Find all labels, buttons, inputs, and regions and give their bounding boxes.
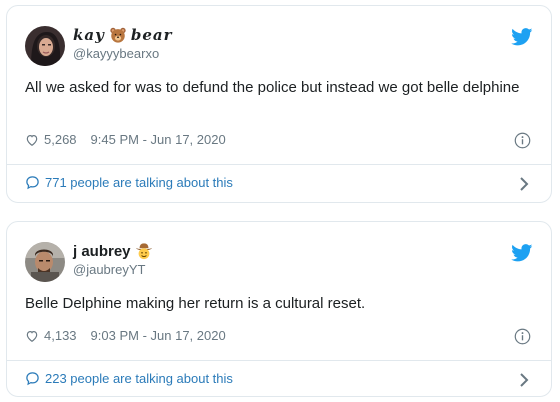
display-name-text: j aubrey xyxy=(73,242,131,260)
display-name[interactable]: j aubrey xyxy=(73,242,153,260)
tweet-meta: 5,268 9:45 PM - Jun 17, 2020 xyxy=(25,132,226,147)
avatar[interactable] xyxy=(25,26,65,66)
twitter-bird-icon[interactable] xyxy=(511,28,533,46)
tweet-text: Belle Delphine making her return is a cu… xyxy=(25,295,366,312)
display-name-part: kay xyxy=(73,26,105,44)
chevron-right-icon[interactable] xyxy=(519,177,529,191)
tweet-meta: 4,133 9:03 PM - Jun 17, 2020 xyxy=(25,328,226,343)
speech-bubble-icon xyxy=(26,372,39,386)
speech-bubble-icon xyxy=(26,176,39,190)
conversation-link-label: 223 people are talking about this xyxy=(45,371,233,386)
info-icon[interactable] xyxy=(514,328,531,345)
avatar[interactable] xyxy=(25,242,65,282)
tweet-card[interactable]: j aubrey @jaubreyYT Belle Delphine makin… xyxy=(6,221,552,397)
cowboy-face-emoji xyxy=(135,243,152,260)
like-count[interactable]: 4,133 xyxy=(44,328,77,343)
conversation-link-label: 771 people are talking about this xyxy=(45,175,233,190)
info-icon[interactable] xyxy=(514,132,531,149)
conversation-link[interactable]: 771 people are talking about this xyxy=(25,175,233,190)
user-handle[interactable]: @kayyybearxo xyxy=(73,46,159,61)
timestamp[interactable]: 9:03 PM - Jun 17, 2020 xyxy=(91,328,226,343)
display-name[interactable]: kay bear xyxy=(73,26,172,44)
twitter-bird-icon[interactable] xyxy=(511,244,533,262)
timestamp[interactable]: 9:45 PM - Jun 17, 2020 xyxy=(91,132,226,147)
chevron-right-icon[interactable] xyxy=(519,373,529,387)
display-name-part: bear xyxy=(130,26,173,44)
heart-icon[interactable] xyxy=(25,133,39,147)
heart-icon[interactable] xyxy=(25,329,39,343)
tweet-card[interactable]: kay bear @kayyybearxo All we asked for w… xyxy=(6,5,552,203)
like-count[interactable]: 5,268 xyxy=(44,132,77,147)
divider xyxy=(7,164,551,165)
conversation-link[interactable]: 223 people are talking about this xyxy=(25,371,233,386)
bear-face-emoji xyxy=(110,27,126,43)
user-handle[interactable]: @jaubreyYT xyxy=(73,262,145,277)
tweet-text: All we asked for was to defund the polic… xyxy=(25,79,520,96)
divider xyxy=(7,360,551,361)
